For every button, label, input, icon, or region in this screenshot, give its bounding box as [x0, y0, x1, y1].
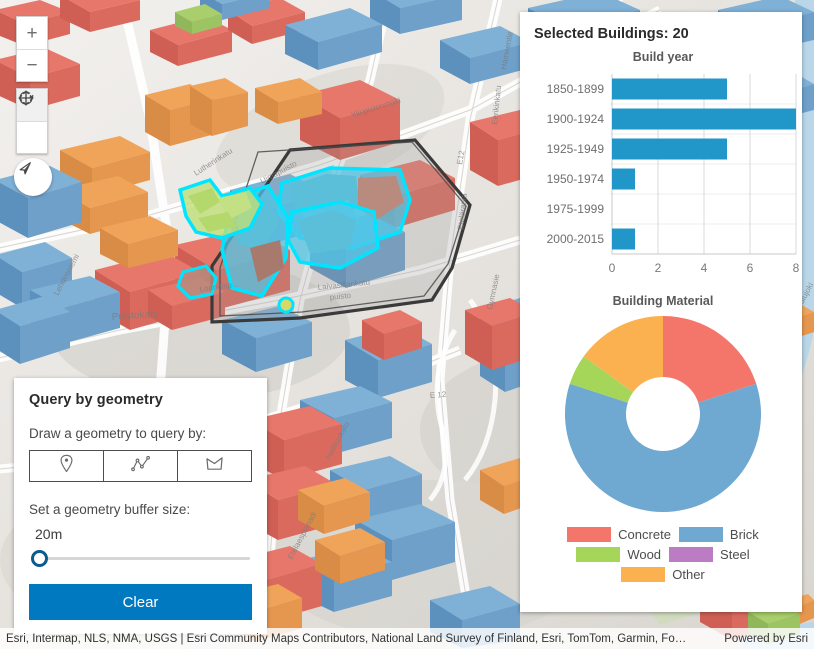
y-tick-label: 1925-1949: [547, 142, 605, 156]
buffer-size-slider[interactable]: [31, 548, 250, 568]
x-tick-label: 2: [655, 261, 662, 275]
panel-title: Query by geometry: [29, 392, 163, 408]
legend-label: Concrete: [618, 527, 671, 542]
draw-polyline-button[interactable]: [103, 451, 177, 481]
x-tick-label: 0: [609, 261, 616, 275]
zoom-in-button[interactable]: +: [17, 17, 47, 49]
y-tick-label: 1975-1999: [547, 202, 605, 216]
legend-item[interactable]: Steel: [669, 547, 750, 562]
statistics-panel: Selected Buildings: 20 Build year 0 2 4 6 8 1…: [520, 12, 802, 612]
bar[interactable]: [612, 168, 635, 190]
zoom-controls[interactable]: + −: [16, 16, 48, 82]
y-tick-label: 2000-2015: [547, 232, 605, 246]
slider-handle[interactable]: [31, 550, 48, 567]
powered-by-esri[interactable]: Powered by Esri: [724, 633, 808, 645]
building-material-donut-chart: [534, 314, 792, 519]
bar[interactable]: [612, 108, 796, 130]
selected-buildings-header: Selected Buildings: 20: [534, 26, 689, 42]
legend-label: Other: [672, 567, 705, 582]
legend-label: Steel: [720, 547, 750, 562]
legend-row: Wood Steel: [534, 547, 792, 562]
legend-swatch: [576, 547, 621, 562]
buffer-instruction-label: Set a geometry buffer size:: [29, 502, 191, 517]
legend-item[interactable]: Other: [621, 567, 705, 582]
bar[interactable]: [612, 78, 727, 100]
zoom-out-button[interactable]: −: [17, 49, 47, 81]
point-marker-icon: [59, 454, 74, 478]
build-year-bar-chart: 0 2 4 6 8 1850-1899 1900-1924 1925-1949 1950-197…: [534, 70, 800, 280]
legend-swatch: [567, 527, 612, 542]
query-by-geometry-panel: Query by geometry Draw a geometry to que…: [14, 378, 267, 634]
polyline-icon: [130, 455, 151, 477]
x-tick-label: 8: [793, 261, 800, 275]
legend-swatch: [678, 527, 723, 542]
legend-item[interactable]: Wood: [576, 547, 661, 562]
attribution-sources[interactable]: Esri, Intermap, NLS, NMA, USGS | Esri Co…: [6, 633, 686, 645]
legend-item[interactable]: Brick: [678, 527, 759, 542]
slider-track[interactable]: [37, 557, 250, 560]
app-root: Puistokatu Lutherinkatu Uimapuisto Lounaisp…: [0, 0, 814, 649]
attribution-bar: Esri, Intermap, NLS, NMA, USGS | Esri Co…: [0, 628, 814, 649]
x-tick-label: 4: [701, 261, 708, 275]
y-tick-label: 1900-1924: [547, 112, 605, 126]
buffer-size-value: 20m: [35, 526, 63, 542]
draw-point-button[interactable]: [30, 451, 103, 481]
donut-chart-title: Building Material: [612, 294, 714, 308]
x-tick-label: 6: [747, 261, 754, 275]
legend-label: Wood: [627, 547, 662, 562]
draw-polygon-button[interactable]: [177, 451, 251, 481]
rotate-icon[interactable]: [17, 91, 47, 153]
legend-swatch: [621, 567, 666, 582]
compass-icon[interactable]: [14, 158, 52, 196]
navigation-controls[interactable]: [16, 88, 48, 154]
bar[interactable]: [612, 228, 635, 250]
y-tick-label: 1950-1974: [547, 172, 605, 186]
legend-swatch: [669, 547, 714, 562]
legend-row: Other: [534, 567, 792, 582]
bar[interactable]: [612, 138, 727, 160]
geometry-instruction-label: Draw a geometry to query by:: [29, 426, 207, 441]
bar-chart-svg: 0 2 4 6 8 1850-1899 1900-1924 1925-1949 1950-197…: [547, 74, 800, 275]
bar-chart-title: Build year: [632, 50, 694, 64]
legend-item[interactable]: Concrete: [567, 527, 671, 542]
map-label: E 12: [430, 390, 448, 400]
donut-legend: Concrete Brick Wood Steel Other: [534, 527, 792, 582]
donut-chart-svg: [565, 316, 761, 512]
clear-button[interactable]: Clear: [29, 584, 252, 620]
legend-row: Concrete Brick: [534, 527, 792, 542]
legend-label: Brick: [729, 527, 759, 542]
donut-slice[interactable]: [565, 383, 761, 512]
y-tick-label: 1850-1899: [547, 82, 605, 96]
polygon-icon: [205, 456, 224, 477]
geometry-button-group[interactable]: [29, 450, 252, 482]
